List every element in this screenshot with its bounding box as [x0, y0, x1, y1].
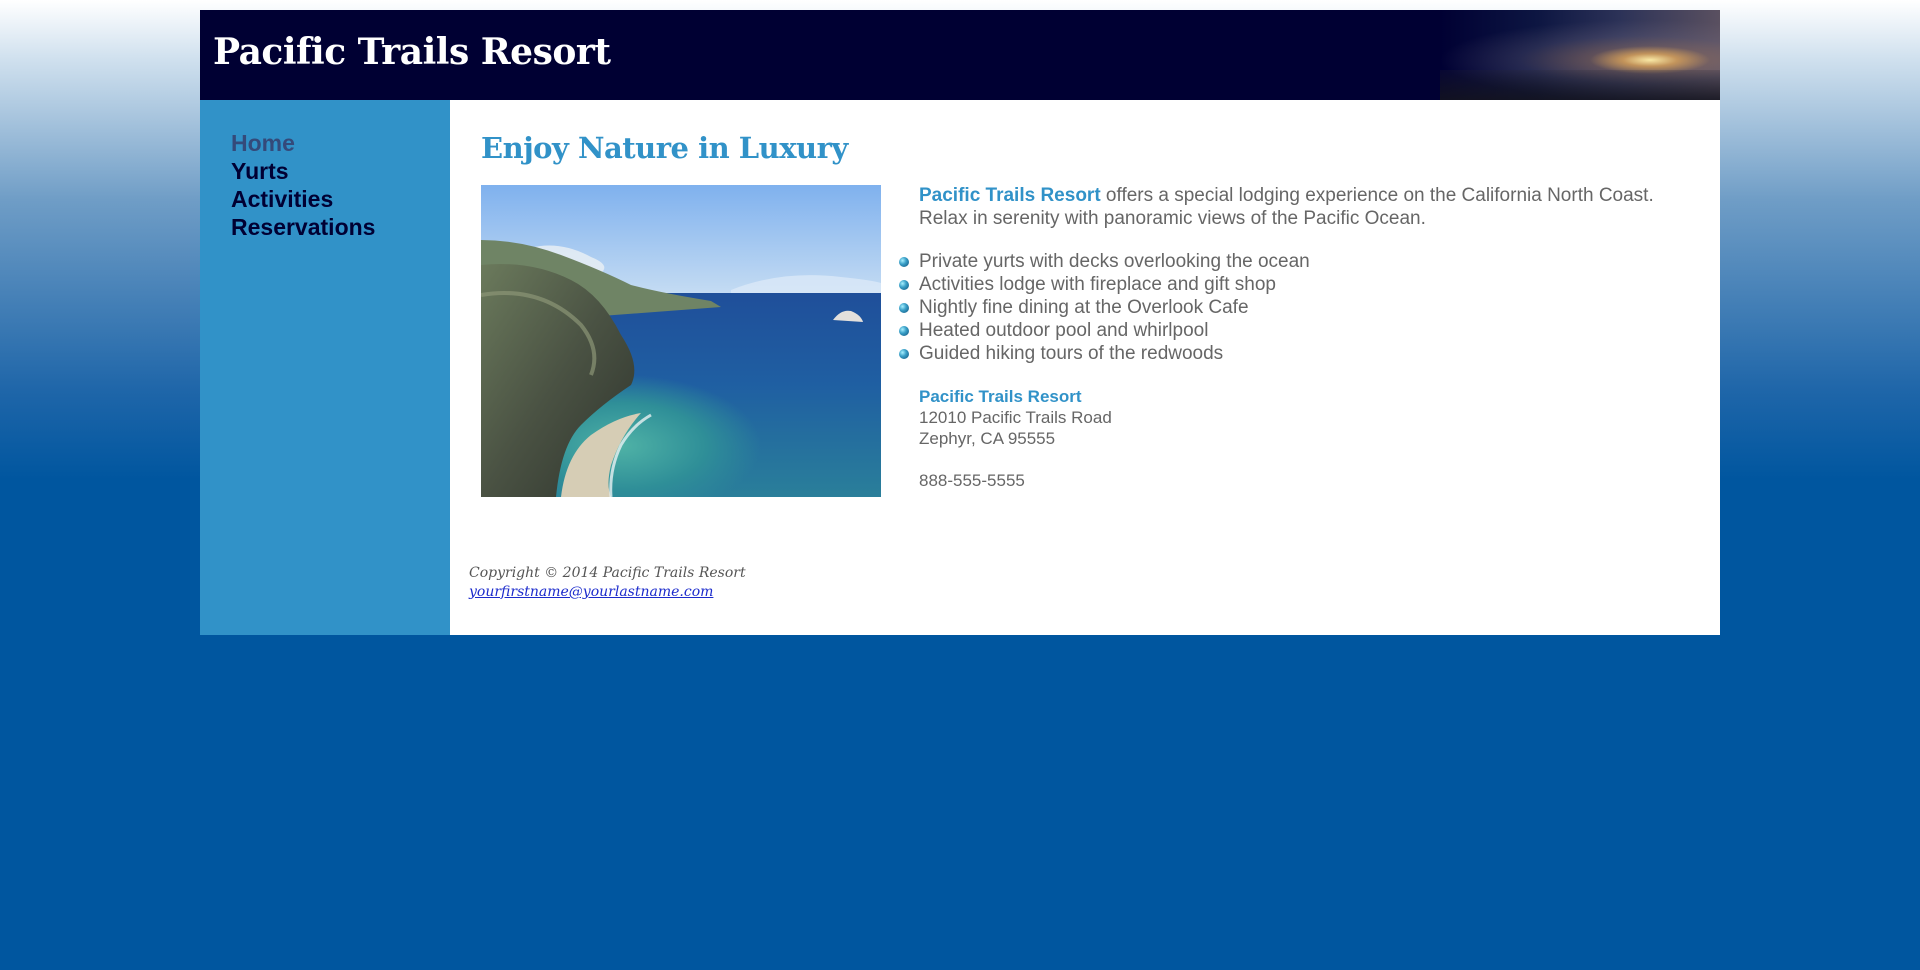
- feature-text: Nightly fine dining at the Overlook Cafe: [919, 297, 1249, 318]
- address-street: 12010 Pacific Trails Road: [919, 408, 1112, 427]
- address-business-name: Pacific Trails Resort: [919, 387, 1082, 406]
- list-item: Guided hiking tours of the redwoods: [899, 342, 1310, 365]
- site-header: Pacific Trails Resort: [200, 10, 1720, 100]
- intro-brand-name: Pacific Trails Resort: [919, 185, 1101, 206]
- blue-orb-bullet-icon: [899, 326, 909, 336]
- address-phone: 888-555-5555: [919, 471, 1025, 490]
- page-wrapper: Pacific Trails Resort Home Yurts Activit…: [200, 10, 1720, 635]
- copyright-text: Copyright © 2014 Pacific Trails Resort: [469, 565, 746, 581]
- page-footer: Copyright © 2014 Pacific Trails Resort y…: [469, 564, 746, 602]
- main-nav: Home Yurts Activities Reservations: [231, 129, 441, 241]
- list-item: Heated outdoor pool and whirlpool: [899, 319, 1310, 342]
- address-spacer: [919, 449, 1112, 470]
- sunset-banner-shore: [1440, 70, 1720, 100]
- nav-activities-link[interactable]: Activities: [231, 185, 441, 213]
- feature-text: Activities lodge with fireplace and gift…: [919, 274, 1276, 295]
- site-title: Pacific Trails Resort: [213, 31, 611, 73]
- list-item: Private yurts with decks overlooking the…: [899, 250, 1310, 273]
- list-item: Nightly fine dining at the Overlook Cafe: [899, 296, 1310, 319]
- nav-reservations-link[interactable]: Reservations: [231, 213, 441, 241]
- blue-orb-bullet-icon: [899, 257, 909, 267]
- intro-paragraph: Pacific Trails Resort offers a special l…: [919, 184, 1679, 230]
- footer-email-link[interactable]: yourfirstname@yourlastname.com: [469, 584, 713, 600]
- feature-text: Heated outdoor pool and whirlpool: [919, 320, 1209, 341]
- features-list: Private yurts with decks overlooking the…: [899, 250, 1310, 365]
- page-heading: Enjoy Nature in Luxury: [481, 131, 848, 165]
- main-content: Enjoy Nature in Luxury Pacific Trails Re…: [450, 100, 1720, 635]
- blue-orb-bullet-icon: [899, 349, 909, 359]
- blue-orb-bullet-icon: [899, 280, 909, 290]
- coastline-photo: [481, 185, 881, 497]
- blue-orb-bullet-icon: [899, 303, 909, 313]
- address-city: Zephyr, CA 95555: [919, 429, 1056, 448]
- feature-text: Guided hiking tours of the redwoods: [919, 343, 1224, 364]
- contact-address: Pacific Trails Resort 12010 Pacific Trai…: [919, 386, 1112, 491]
- nav-home-link[interactable]: Home: [231, 129, 441, 157]
- feature-text: Private yurts with decks overlooking the…: [919, 251, 1310, 272]
- list-item: Activities lodge with fireplace and gift…: [899, 273, 1310, 296]
- nav-yurts-link[interactable]: Yurts: [231, 157, 441, 185]
